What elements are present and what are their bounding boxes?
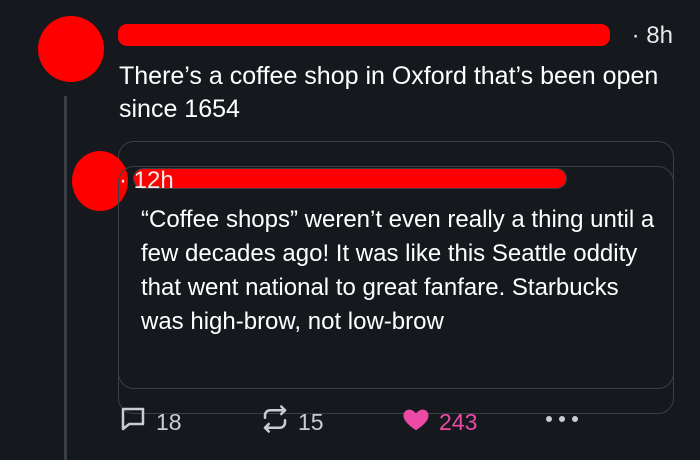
heart-icon (401, 404, 431, 440)
like-button[interactable]: 243 (401, 402, 477, 442)
repost-icon (260, 404, 290, 440)
repost-button[interactable]: 15 (260, 402, 324, 442)
action-bar: 18 15 243 (0, 402, 700, 442)
repost-count: 15 (298, 408, 324, 435)
comment-icon (118, 404, 148, 440)
post-text: There’s a coffee shop in Oxford that’s b… (119, 62, 659, 123)
reply-button[interactable]: 18 (118, 402, 182, 442)
more-options-button[interactable] (542, 402, 582, 442)
post-timestamp: · 8h (631, 22, 673, 49)
redacted-username (118, 24, 610, 46)
quoted-text: “Coffee shops” weren’t even really a thi… (141, 206, 655, 335)
reply-count: 18 (156, 408, 182, 435)
like-count: 243 (439, 408, 478, 435)
avatar[interactable] (38, 16, 104, 82)
more-icon (542, 404, 582, 440)
